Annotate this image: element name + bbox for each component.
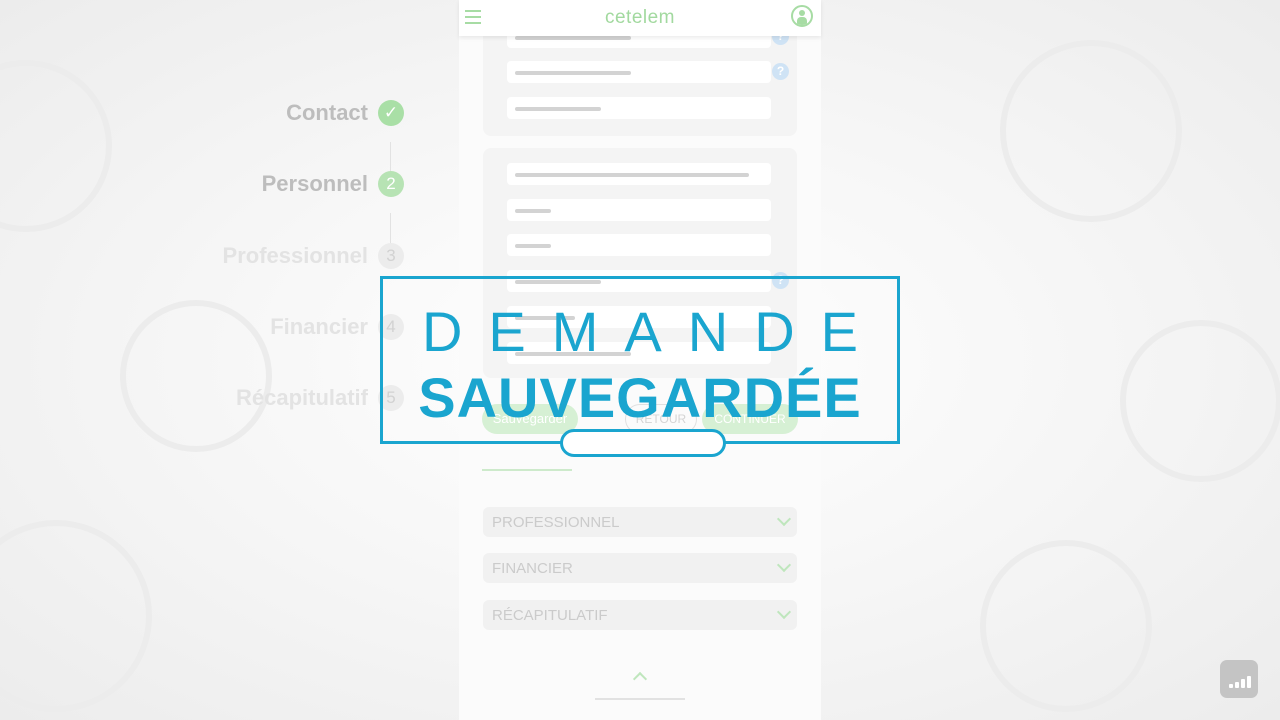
home-indicator — [595, 698, 685, 700]
chevron-down-icon — [776, 604, 792, 620]
brand-logo: cetelem — [604, 7, 676, 28]
banner-title-line2: SAUVEGARDÉE — [418, 366, 862, 429]
signal-bars-icon — [1220, 660, 1258, 698]
app-header: cetelem — [459, 0, 821, 36]
step-label: Financier — [270, 314, 368, 339]
step-number-badge: 2 — [378, 171, 404, 197]
saved-request-banner: DEMANDE SAUVEGARDÉE — [380, 276, 900, 444]
check-icon: ✓ — [378, 100, 404, 126]
highlight-pill — [560, 429, 726, 457]
form-card-contact: ? ? — [483, 20, 797, 136]
form-field[interactable]: ? — [507, 61, 789, 83]
step-recapitulatif[interactable]: Récapitulatif 5 — [236, 383, 404, 413]
accordion-label: RÉCAPITULATIF — [492, 607, 608, 624]
step-label: Contact — [286, 100, 368, 125]
accordion-professionnel[interactable]: PROFESSIONNEL — [483, 507, 797, 537]
chevron-up-icon[interactable] — [632, 671, 648, 687]
step-number-badge: 3 — [378, 243, 404, 269]
accordion-label: PROFESSIONNEL — [492, 514, 620, 531]
form-field[interactable] — [507, 97, 771, 119]
banner-title-line1: DEMANDE — [421, 300, 885, 363]
accordion-financier[interactable]: FINANCIER — [483, 553, 797, 583]
chevron-down-icon — [776, 557, 792, 573]
form-field[interactable] — [507, 163, 771, 185]
form-field[interactable] — [507, 234, 771, 256]
step-personnel[interactable]: Personnel 2 — [262, 169, 404, 199]
step-contact[interactable]: Contact ✓ — [286, 98, 404, 128]
chevron-down-icon — [776, 511, 792, 527]
user-account-icon[interactable] — [791, 5, 813, 27]
step-professionnel[interactable]: Professionnel 3 — [223, 241, 404, 271]
accordion-recapitulatif[interactable]: RÉCAPITULATIF — [483, 600, 797, 630]
accordion-label: FINANCIER — [492, 560, 573, 577]
step-label: Personnel — [261, 171, 368, 196]
form-field[interactable] — [507, 199, 771, 221]
section-progress-line — [482, 469, 572, 471]
step-label: Professionnel — [222, 243, 368, 268]
question-mark-icon[interactable]: ? — [772, 63, 789, 80]
step-label: Récapitulatif — [235, 385, 368, 410]
